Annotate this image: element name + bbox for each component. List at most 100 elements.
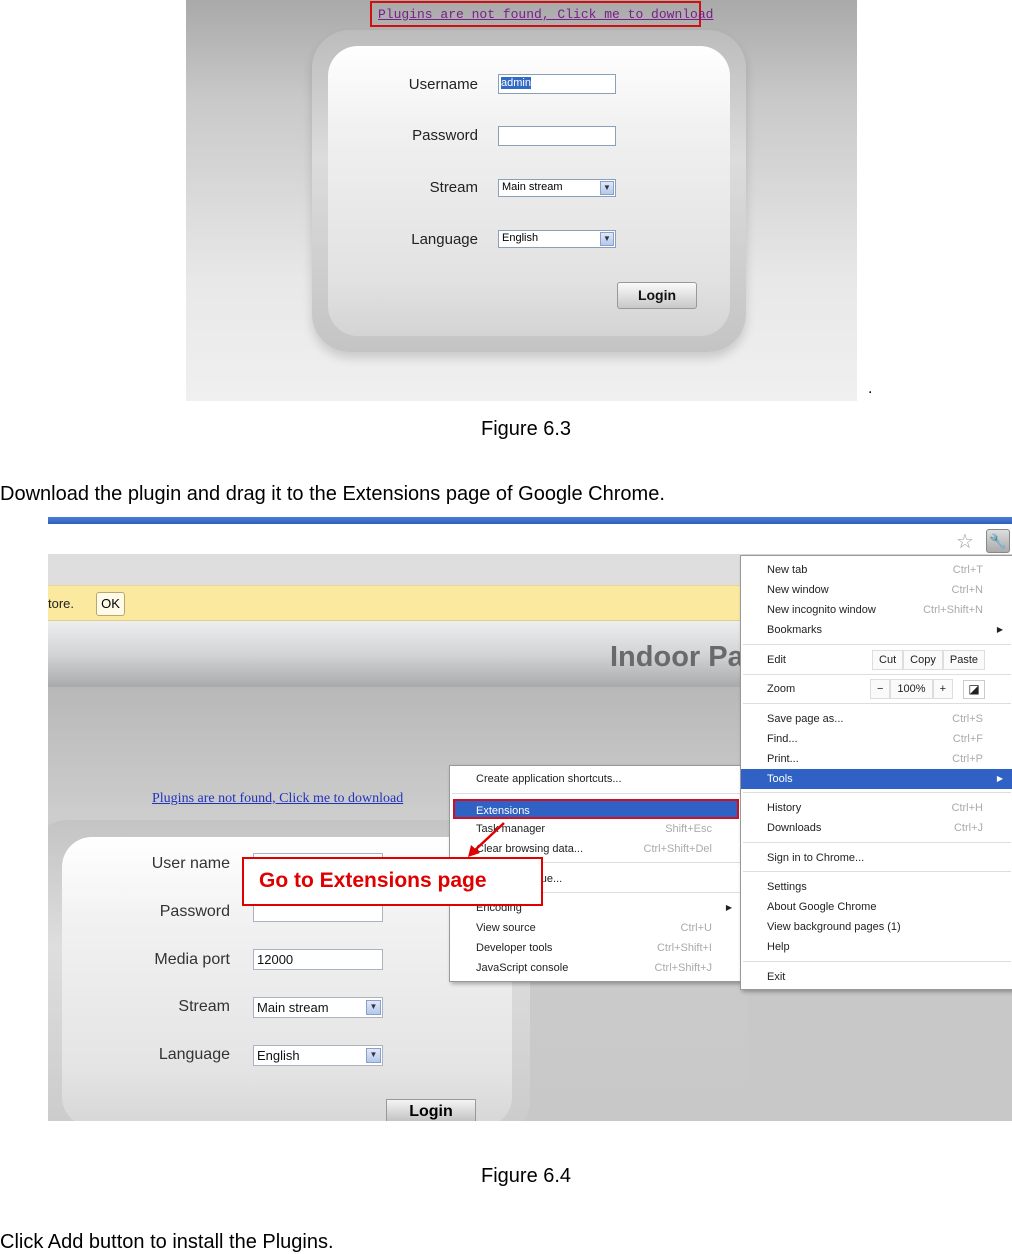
menu-item-label: New window: [767, 584, 829, 596]
menu-item-edit: Edit Cut Copy Paste: [741, 650, 1012, 670]
cut-button[interactable]: Cut: [872, 650, 904, 670]
language-value: English: [502, 232, 539, 244]
menu-item-tools[interactable]: Tools ▶: [741, 769, 1012, 789]
menu-shortcut: Ctrl+Shift+Del: [643, 843, 712, 855]
stream-label: Stream: [178, 998, 230, 1015]
menu-item-label: View background pages (1): [767, 921, 901, 933]
menu-item-label: Zoom: [767, 683, 796, 695]
page-title: Indoor Pa: [610, 641, 744, 673]
menu-item-sign-in[interactable]: Sign in to Chrome...: [741, 848, 1012, 868]
menu-item-label: JavaScript console: [476, 962, 569, 974]
menu-item-label: About Google Chrome: [767, 901, 877, 913]
menu-item-settings[interactable]: Settings: [741, 877, 1012, 897]
menu-item-history[interactable]: History Ctrl+H: [741, 798, 1012, 818]
infobar-ok-button[interactable]: OK: [96, 592, 125, 616]
menu-shortcut: Ctrl+Shift+I: [656, 942, 712, 954]
menu-shortcut: Ctrl+Shift+J: [654, 962, 712, 974]
menu-item-create-shortcuts[interactable]: Create application shortcuts...: [450, 769, 742, 789]
submenu-arrow-icon: ▶: [996, 774, 1003, 783]
chevron-down-icon: ▼: [366, 1000, 381, 1015]
stream-value: Main stream: [502, 181, 563, 193]
menu-item-label: Bookmarks: [767, 624, 823, 636]
menu-shortcut: Ctrl+F: [952, 733, 983, 745]
menu-item-developer-tools[interactable]: Developer tools Ctrl+Shift+I: [450, 938, 742, 958]
media-port-input[interactable]: 12000: [253, 949, 383, 970]
menu-item-label: Tools: [767, 773, 793, 785]
menu-item-new-incognito[interactable]: New incognito window Ctrl+Shift+N: [741, 600, 1012, 620]
submenu-arrow-icon: ▶: [996, 625, 1003, 634]
star-icon[interactable]: ☆: [956, 529, 974, 554]
stream-select[interactable]: Main stream ▼: [253, 997, 383, 1018]
menu-item-view-source[interactable]: View source Ctrl+U: [450, 918, 742, 938]
menu-item-label: Developer tools: [476, 942, 553, 954]
instruction-text: Download the plugin and drag it to the E…: [0, 483, 665, 505]
zoom-out-button[interactable]: −: [869, 679, 891, 699]
username-value: admin: [501, 77, 531, 89]
menu-item-help[interactable]: Help: [741, 937, 1012, 957]
username-input[interactable]: admin: [498, 74, 616, 94]
zoom-level: 100%: [890, 679, 933, 699]
chevron-down-icon: ▼: [600, 181, 614, 195]
menu-item-label: Extensions: [476, 805, 530, 817]
figure-6-3-screenshot: Plugins are not found, Click me to downl…: [186, 0, 857, 401]
language-value: English: [257, 1048, 300, 1063]
menu-shortcut: Ctrl+H: [951, 802, 983, 814]
language-select[interactable]: English ▼: [253, 1045, 383, 1066]
menu-item-downloads[interactable]: Downloads Ctrl+J: [741, 818, 1012, 838]
menu-shortcut: Ctrl+P: [952, 753, 983, 765]
password-input[interactable]: [498, 126, 616, 146]
menu-item-exit[interactable]: Exit: [741, 967, 1012, 987]
trailing-dot: .: [868, 380, 873, 397]
zoom-controls: −100% +: [869, 679, 953, 699]
stream-label: Stream: [429, 179, 478, 196]
plugin-download-link[interactable]: Plugins are not found, Click me to downl…: [370, 1, 713, 27]
menu-item-extensions[interactable]: Extensions: [453, 799, 739, 819]
arrow-icon: [468, 822, 505, 857]
menu-shortcut: Ctrl+U: [680, 922, 712, 934]
menu-shortcut: Ctrl+J: [953, 822, 983, 834]
menu-item-print[interactable]: Print... Ctrl+P: [741, 749, 1012, 769]
menu-item-label: History: [767, 802, 802, 814]
login-button[interactable]: Login: [617, 282, 697, 309]
chrome-menu: New tab Ctrl+T New window Ctrl+N New incog…: [740, 555, 1012, 990]
menu-item-find[interactable]: Find... Ctrl+F: [741, 729, 1012, 749]
wrench-icon[interactable]: 🔧: [986, 529, 1010, 553]
menu-item-label: Save page as...: [767, 713, 844, 725]
menu-item-label: Find...: [767, 733, 798, 745]
menu-item-label: Edit: [767, 654, 786, 666]
plugin-download-link[interactable]: Plugins are not found, Click me to downl…: [152, 791, 403, 807]
figure-caption: Figure 6.4: [481, 1165, 572, 1187]
menu-item-label: New incognito window: [767, 604, 876, 616]
toolbar: [48, 524, 1012, 555]
menu-item-label: New tab: [767, 564, 808, 576]
figure-caption: Figure 6.3: [481, 418, 572, 440]
menu-item-new-tab[interactable]: New tab Ctrl+T: [741, 560, 1012, 580]
menu-item-label: Help: [767, 941, 790, 953]
chevron-down-icon: ▼: [600, 232, 614, 246]
zoom-in-button[interactable]: +: [932, 679, 953, 699]
media-port-label: Media port: [154, 951, 230, 968]
login-button[interactable]: Login: [386, 1099, 476, 1121]
menu-item-new-window[interactable]: New window Ctrl+N: [741, 580, 1012, 600]
menu-item-bookmarks[interactable]: Bookmarks ▶: [741, 620, 1012, 640]
menu-shortcut: Ctrl+T: [952, 564, 983, 576]
menu-item-javascript-console[interactable]: JavaScript console Ctrl+Shift+J: [450, 958, 742, 978]
fullscreen-icon[interactable]: ◪: [963, 680, 985, 699]
stream-value: Main stream: [257, 1000, 329, 1015]
copy-button[interactable]: Copy: [903, 650, 943, 670]
infobar-text: tore.: [48, 596, 75, 611]
menu-item-label: View source: [476, 922, 536, 934]
menu-shortcut: Ctrl+S: [952, 713, 983, 725]
menu-item-label: Downloads: [767, 822, 822, 834]
callout-text: Go to Extensions page: [259, 869, 487, 892]
paste-button[interactable]: Paste: [942, 650, 985, 670]
password-label: Password: [412, 127, 478, 144]
menu-item-label: Settings: [767, 881, 807, 893]
stream-select[interactable]: Main stream ▼: [498, 179, 616, 197]
menu-item-save-page[interactable]: Save page as... Ctrl+S: [741, 709, 1012, 729]
language-select[interactable]: English ▼: [498, 230, 616, 248]
menu-item-about[interactable]: About Google Chrome: [741, 897, 1012, 917]
username-label: Username: [408, 76, 478, 93]
menu-item-background-pages[interactable]: View background pages (1): [741, 917, 1012, 937]
page-header: Indoor Pa: [48, 621, 748, 687]
